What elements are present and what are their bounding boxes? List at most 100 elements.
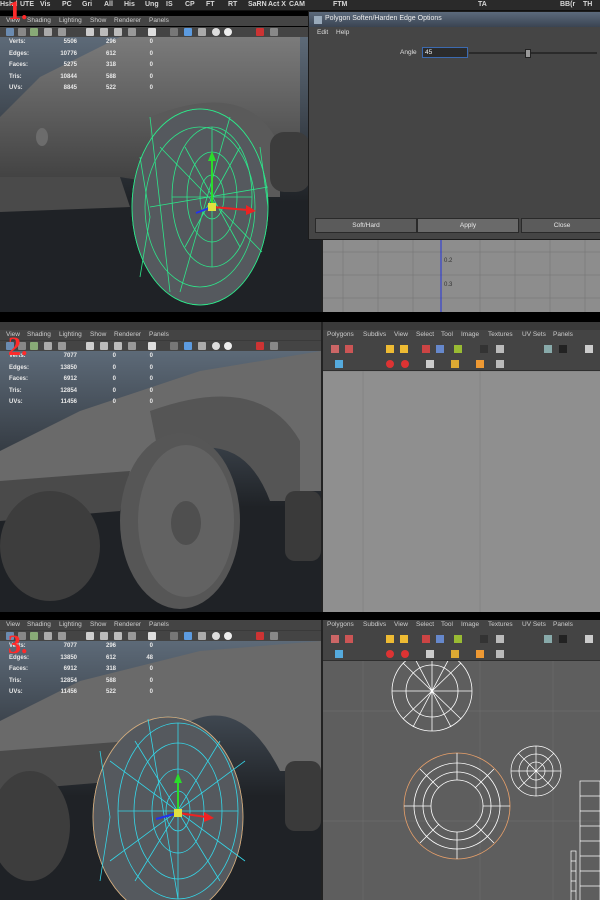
film-gate-icon[interactable]	[100, 28, 108, 36]
uv-grid-toggle-icon[interactable]	[585, 635, 593, 643]
uv-lattice-icon[interactable]	[331, 635, 339, 643]
image-plane-icon[interactable]	[44, 342, 52, 350]
menu-renderer[interactable]: Renderer	[114, 620, 141, 630]
perspective-viewport[interactable]: Verts: 5506 296 0 Edges: 10776 612 0 Faces: 527…	[0, 37, 321, 312]
two-d-pan-icon[interactable]	[58, 342, 66, 350]
menu-shading[interactable]: Shading	[27, 620, 51, 630]
perspective-viewport[interactable]: Verts: 7077 0 0 Edges: 13850 0 0 Faces: 6912 0 0 …	[0, 351, 321, 612]
angle-slider-track[interactable]	[469, 52, 597, 54]
lock-camera-icon[interactable]	[18, 28, 26, 36]
shelf-tab[interactable]: IS	[166, 0, 173, 10]
bookmark-icon[interactable]	[30, 342, 38, 350]
two-d-pan-icon[interactable]	[58, 632, 66, 640]
display-image-icon[interactable]	[544, 345, 552, 353]
uv-smudge-icon[interactable]	[345, 345, 353, 353]
image-plane-icon[interactable]	[44, 632, 52, 640]
gate-mask-icon[interactable]	[128, 28, 136, 36]
shelf-tab[interactable]: TA	[478, 0, 487, 10]
film-gate-icon[interactable]	[100, 342, 108, 350]
gate-mask-icon[interactable]	[128, 342, 136, 350]
dialog-titlebar[interactable]: Polygon Soften/Harden Edge Options	[309, 12, 600, 27]
sew-uv-icon[interactable]	[436, 345, 444, 353]
menu-renderer[interactable]: Renderer	[114, 330, 141, 340]
uv-menu-uv-sets[interactable]: UV Sets	[522, 330, 546, 340]
menu-show[interactable]: Show	[90, 620, 106, 630]
uv-texture-editor[interactable]: Polygons Subdivs View Select Tool Image …	[323, 330, 600, 612]
uv-menu-polygons[interactable]: Polygons	[327, 330, 354, 340]
grid-icon[interactable]	[86, 28, 94, 36]
cut-uv-icon[interactable]	[422, 635, 430, 643]
xray-icon[interactable]	[270, 28, 278, 36]
film-gate-icon[interactable]	[100, 632, 108, 640]
close-button[interactable]: Close	[521, 218, 600, 233]
dialog-menu-help[interactable]: Help	[336, 29, 349, 36]
wireframe-icon[interactable]	[170, 342, 178, 350]
texture-icon[interactable]	[148, 632, 156, 640]
menu-view[interactable]: View	[6, 620, 20, 630]
shelf-tab[interactable]: RT	[228, 0, 237, 10]
grid-uv-icon[interactable]	[496, 635, 504, 643]
angle-field[interactable]	[422, 47, 468, 58]
wireframe-on-shaded-icon[interactable]	[198, 342, 206, 350]
flip-v-icon[interactable]	[400, 635, 408, 643]
texture-icon[interactable]	[148, 28, 156, 36]
uv-straighten-icon[interactable]	[451, 360, 459, 368]
menu-show[interactable]: Show	[90, 16, 106, 26]
shelf-tab[interactable]: Vis	[40, 0, 50, 10]
default-lighting-icon[interactable]	[212, 28, 220, 36]
menu-panels[interactable]: Panels	[149, 330, 169, 340]
smooth-shade-icon[interactable]	[184, 28, 192, 36]
uv-menu-image[interactable]: Image	[461, 330, 479, 340]
uv-align-icon[interactable]	[426, 650, 434, 658]
isolate-select-icon[interactable]	[256, 342, 264, 350]
shelf-tab[interactable]: All	[104, 0, 113, 10]
menu-shading[interactable]: Shading	[27, 330, 51, 340]
xray-icon[interactable]	[270, 632, 278, 640]
all-lights-icon[interactable]	[224, 342, 232, 350]
apply-button[interactable]: Apply	[417, 218, 519, 233]
uv-unfold-icon[interactable]	[476, 360, 484, 368]
default-lighting-icon[interactable]	[212, 632, 220, 640]
isolate-select-icon[interactable]	[256, 632, 264, 640]
uv-smudge-icon[interactable]	[345, 635, 353, 643]
uv-rotate-cw-icon[interactable]	[386, 650, 394, 658]
shelf-tab[interactable]: CP	[185, 0, 195, 10]
display-image-icon[interactable]	[544, 635, 552, 643]
uv-menu-view[interactable]: View	[394, 620, 408, 630]
uv-menu-uv-sets[interactable]: UV Sets	[522, 620, 546, 630]
menu-renderer[interactable]: Renderer	[114, 16, 141, 26]
shelf-tab[interactable]: His	[124, 0, 135, 10]
resolution-gate-icon[interactable]	[114, 342, 122, 350]
angle-slider-handle[interactable]	[525, 49, 531, 58]
uv-menu-select[interactable]: Select	[416, 620, 434, 630]
uv-rotate-ccw-icon[interactable]	[401, 650, 409, 658]
flip-v-icon[interactable]	[400, 345, 408, 353]
wireframe-on-shaded-icon[interactable]	[198, 632, 206, 640]
shelf-tab[interactable]: Act X	[268, 0, 286, 10]
uv-grid-toggle-icon[interactable]	[585, 345, 593, 353]
uv-lattice-icon[interactable]	[331, 345, 339, 353]
uv-menu-image[interactable]: Image	[461, 620, 479, 630]
uv-menu-select[interactable]: Select	[416, 330, 434, 340]
grid-icon[interactable]	[86, 632, 94, 640]
shelf-tab[interactable]: FTM	[333, 0, 347, 10]
move-sew-icon[interactable]	[454, 635, 462, 643]
two-d-pan-icon[interactable]	[58, 28, 66, 36]
menu-panels[interactable]: Panels	[149, 620, 169, 630]
smooth-shade-icon[interactable]	[184, 632, 192, 640]
uv-menu-view[interactable]: View	[394, 330, 408, 340]
resolution-gate-icon[interactable]	[114, 632, 122, 640]
all-lights-icon[interactable]	[224, 632, 232, 640]
uv-menu-panels[interactable]: Panels	[553, 620, 573, 630]
flip-u-icon[interactable]	[386, 635, 394, 643]
uv-texture-editor[interactable]: Polygons Subdivs View Select Tool Image …	[323, 620, 600, 900]
perspective-viewport[interactable]: Verts: 7077 296 0 Edges: 13850 612 48 Faces: 69…	[0, 641, 321, 900]
uv-menu-textures[interactable]: Textures	[488, 620, 513, 630]
isolate-select-icon[interactable]	[256, 28, 264, 36]
shelf-tab[interactable]: BB(r	[560, 0, 575, 10]
shelf-tab[interactable]: TH	[583, 0, 592, 10]
uv-straighten-icon[interactable]	[451, 650, 459, 658]
uv-relax-icon[interactable]	[496, 360, 504, 368]
uv-menu-panels[interactable]: Panels	[553, 330, 573, 340]
menu-shading[interactable]: Shading	[27, 16, 51, 26]
